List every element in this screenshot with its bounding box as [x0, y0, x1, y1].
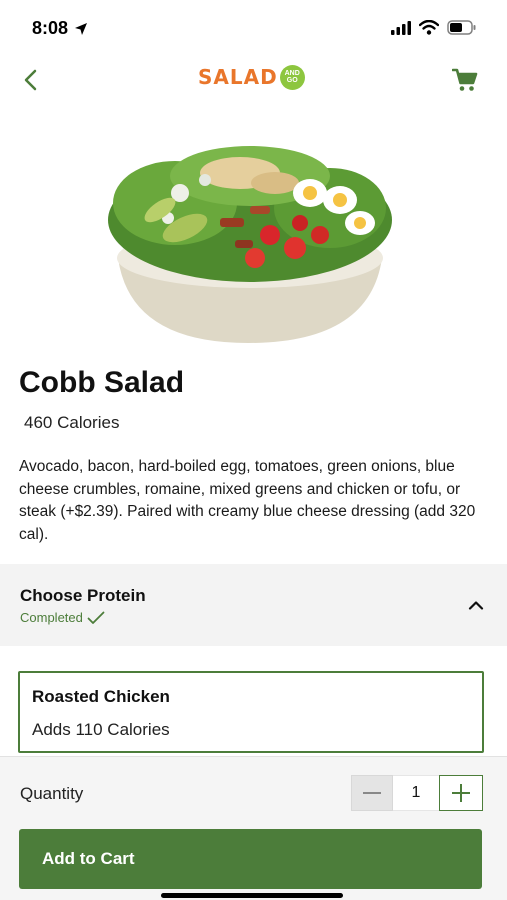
add-to-cart-button[interactable]: Add to Cart — [19, 829, 482, 889]
status-time: 8:08 — [32, 18, 88, 39]
product-description: Avocado, bacon, hard-boiled egg, tomatoe… — [19, 458, 476, 543]
protein-status: Completed — [20, 610, 105, 625]
home-indicator[interactable] — [161, 893, 343, 898]
quantity-label: Quantity — [20, 784, 84, 803]
chevron-up-icon[interactable] — [465, 594, 487, 616]
wifi-icon — [419, 20, 439, 35]
increase-quantity-button[interactable] — [439, 775, 483, 811]
salad-image — [108, 146, 392, 343]
choose-protein-header[interactable]: Choose Protein Completed — [0, 564, 507, 646]
quantity-stepper: 1 — [351, 775, 483, 811]
logo-badge-line1: AND — [284, 70, 300, 77]
logo-badge: AND GO — [279, 64, 305, 90]
add-to-cart-label: Add to Cart — [42, 849, 135, 868]
chevron-left-icon — [24, 69, 37, 91]
cart-button[interactable] — [447, 62, 483, 98]
minus-icon — [363, 792, 381, 794]
location-arrow-icon — [75, 22, 88, 35]
status-bar: 8:08 — [0, 0, 507, 56]
logo-text: SALAD — [198, 65, 278, 89]
plus-icon — [452, 784, 470, 802]
product-title: Cobb Salad — [19, 366, 185, 399]
checkmark-icon — [87, 611, 105, 624]
cellular-signal-icon — [391, 20, 411, 35]
protein-option-name: Roasted Chicken — [32, 687, 170, 706]
battery-icon — [447, 20, 476, 35]
logo-badge-line2: GO — [286, 77, 298, 84]
protein-option-card[interactable]: Roasted Chicken Adds 110 Calories — [18, 671, 484, 753]
protein-status-text: Completed — [20, 610, 83, 625]
brand-logo: SALAD AND GO — [198, 60, 305, 94]
choose-protein-title: Choose Protein — [20, 586, 146, 605]
back-button[interactable] — [12, 62, 48, 98]
nav-bar: SALAD AND GO — [0, 56, 507, 104]
status-icons — [391, 20, 477, 35]
shopping-cart-icon — [452, 68, 478, 91]
order-panel: Quantity 1 Add to Cart — [0, 756, 507, 900]
quantity-value[interactable]: 1 — [393, 775, 439, 811]
clock-text: 8:08 — [32, 18, 69, 38]
product-calories: 460 Calories — [24, 413, 120, 432]
protein-option-calories: Adds 110 Calories — [32, 720, 170, 739]
decrease-quantity-button[interactable] — [351, 775, 393, 811]
